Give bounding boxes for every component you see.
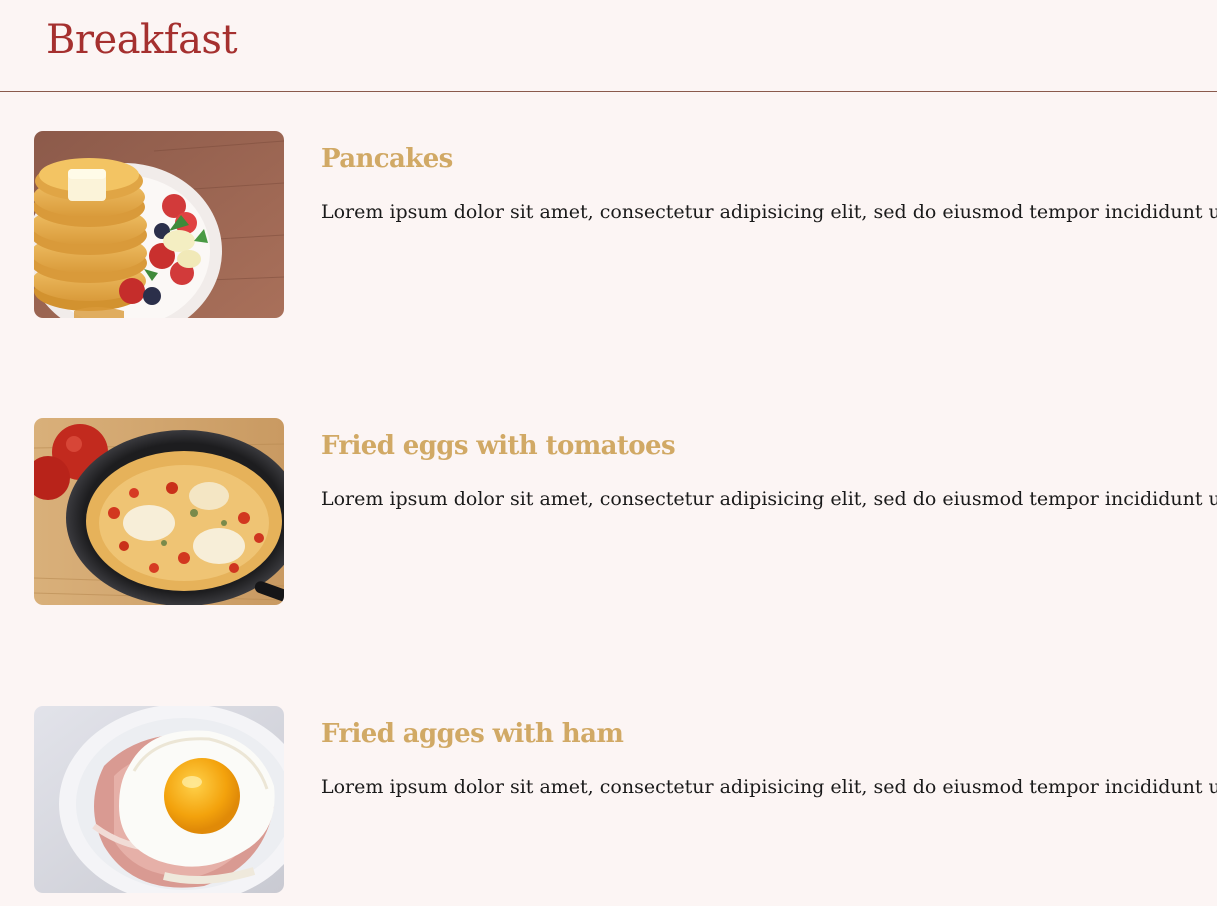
page-title: Breakfast [46,17,238,63]
item-title: Fried eggs with tomatoes [321,431,676,461]
item-title: Fried agges with ham [321,719,624,749]
item-description: Lorem ipsum dolor sit amet, consectetur … [321,201,1217,223]
fried-egg-ham-photo [34,706,284,893]
menu-item-pancakes: Pancakes Lorem ipsum dolor sit amet, con… [34,131,1217,319]
fried-eggs-tomatoes-photo [34,418,284,605]
item-description: Lorem ipsum dolor sit amet, consectetur … [321,488,1217,510]
page-header: Breakfast [0,0,1217,92]
menu-item-fried-egg-ham: Fried agges with ham Lorem ipsum dolor s… [34,706,1217,894]
item-description: Lorem ipsum dolor sit amet, consectetur … [321,776,1217,798]
pancakes-photo [34,131,284,318]
item-title: Pancakes [321,144,453,174]
menu-item-fried-eggs-tomatoes: Fried eggs with tomatoes Lorem ipsum dol… [34,418,1217,606]
